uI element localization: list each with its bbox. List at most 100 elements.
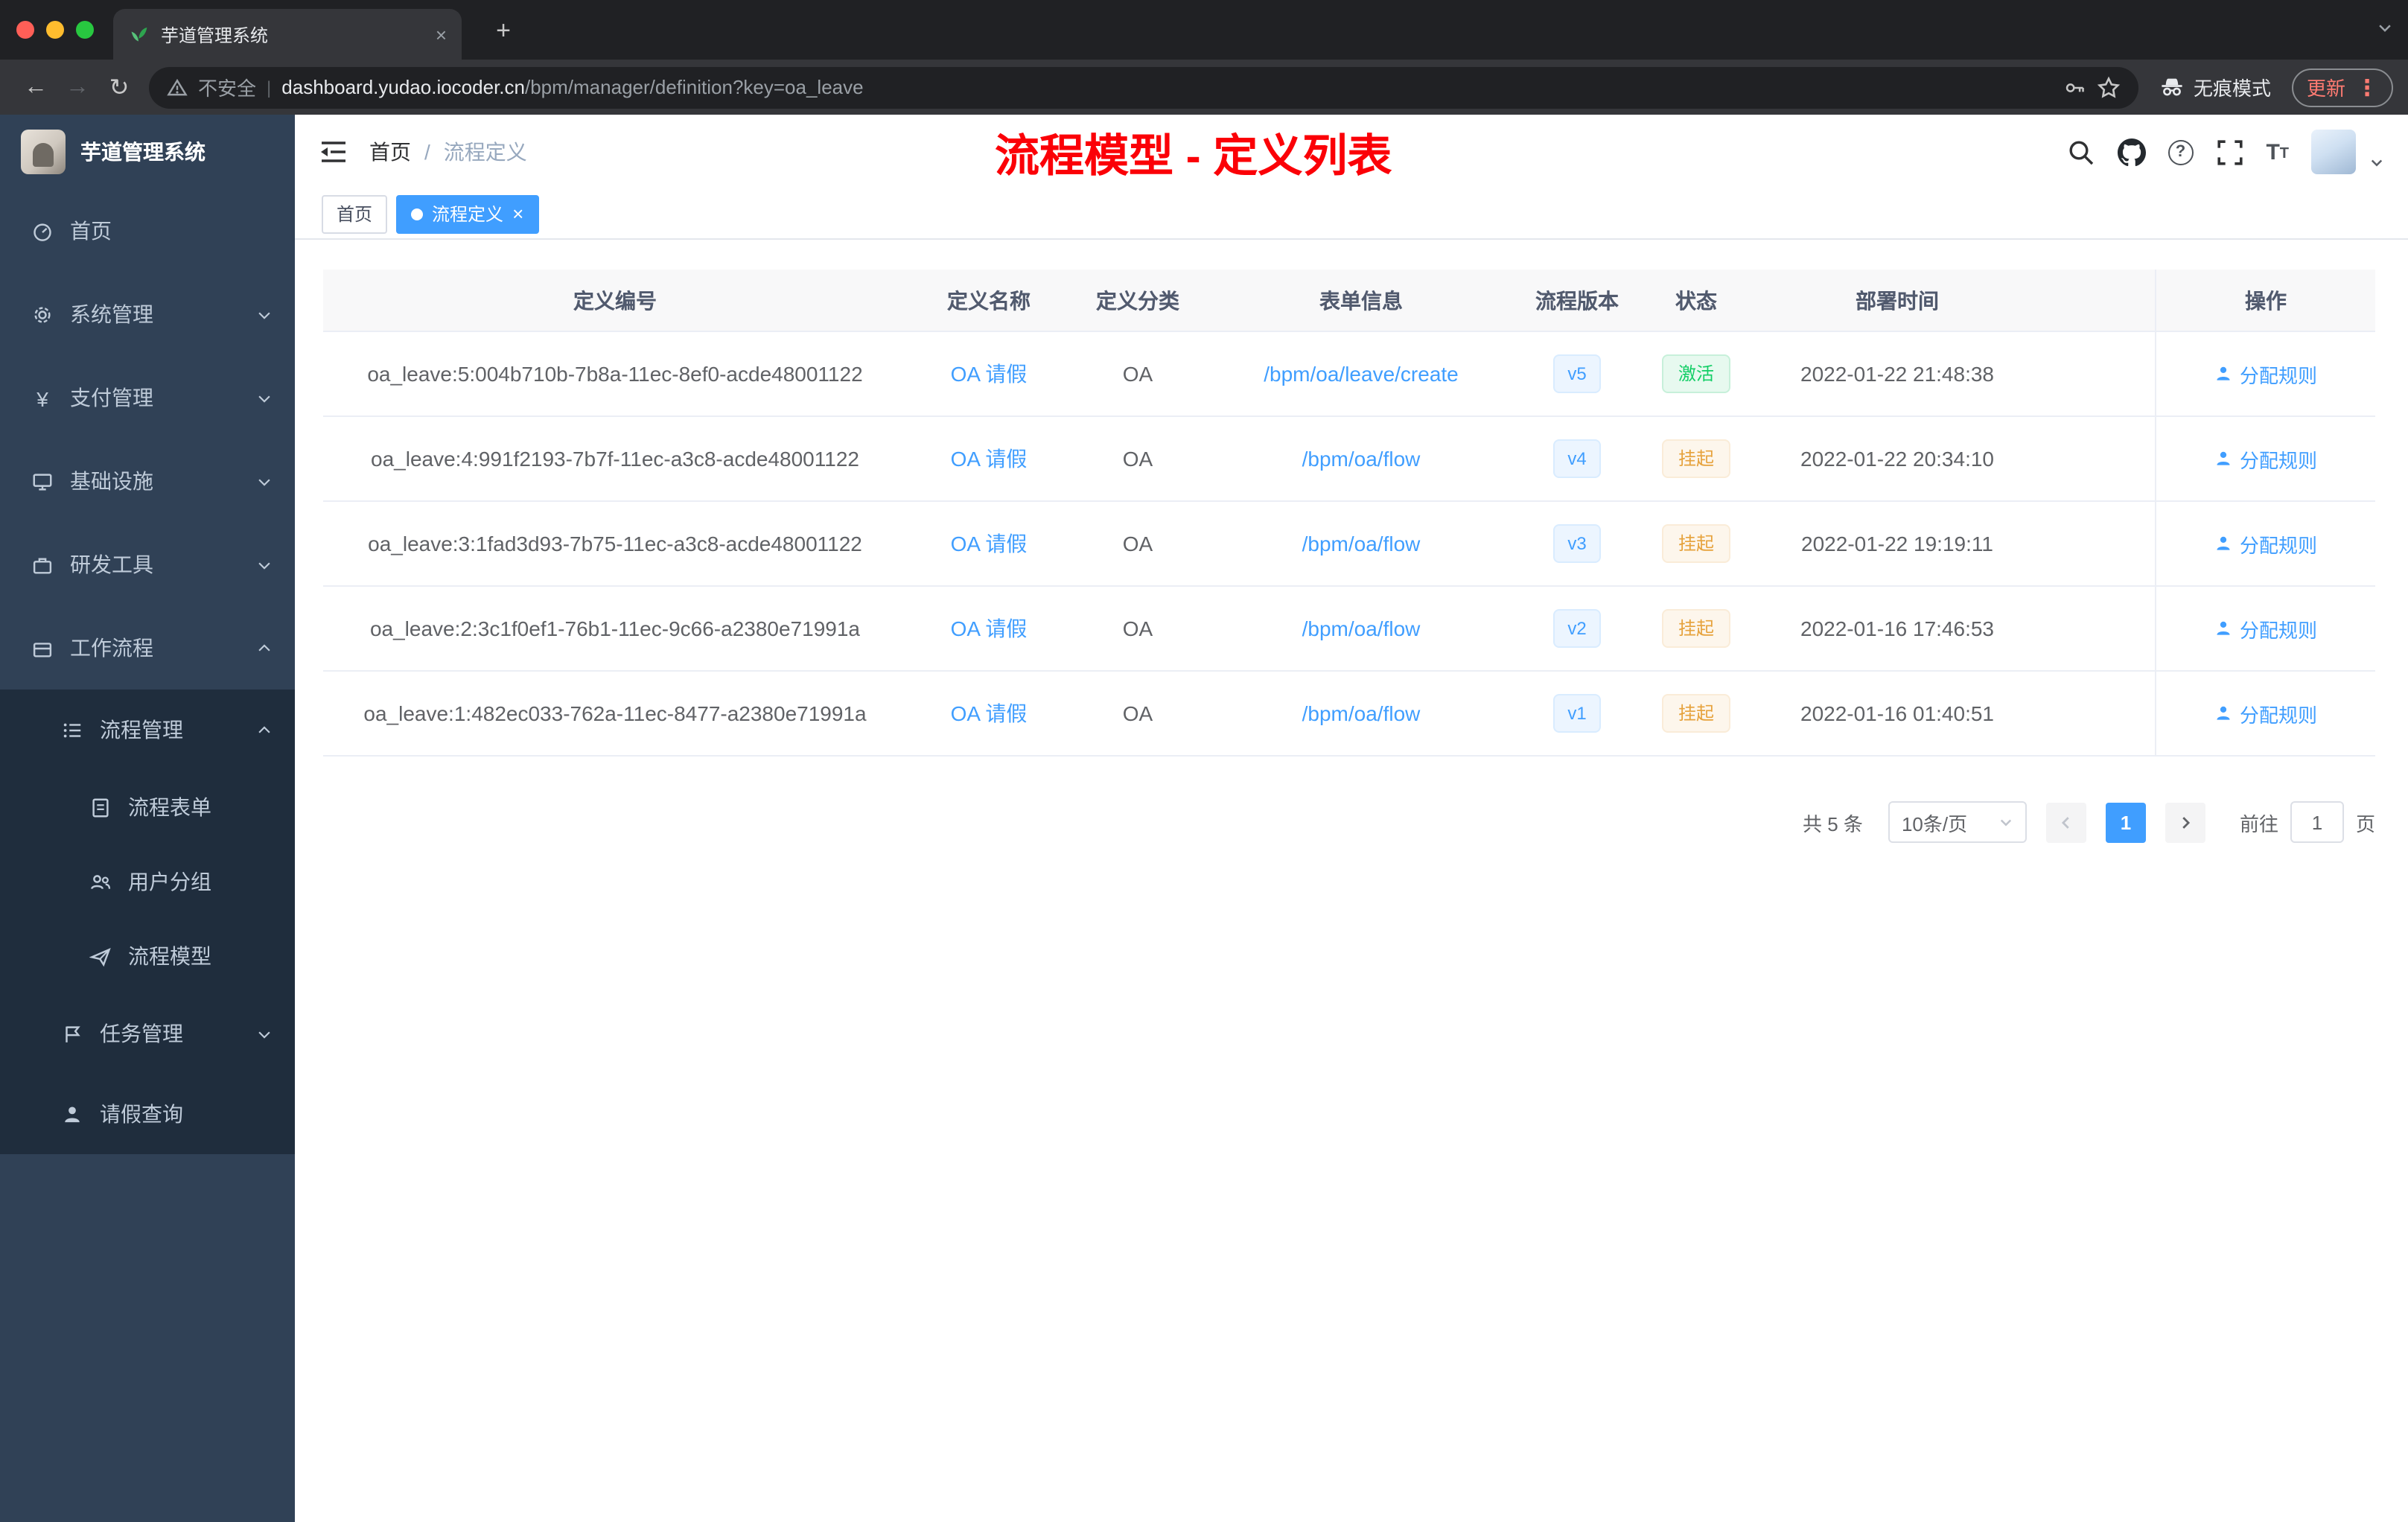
- address-bar[interactable]: 不安全 | dashboard.yudao.iocoder.cn/bpm/man…: [149, 66, 2138, 108]
- minimize-window-button[interactable]: [46, 21, 64, 39]
- paper-plane-icon: [89, 946, 111, 967]
- definition-name-link[interactable]: OA 请假: [951, 698, 1028, 728]
- workflow-submenu: 流程管理 流程表单 用户分组 流程模型 任务管理 请假查询: [0, 690, 295, 1154]
- reload-button[interactable]: ↻: [98, 66, 140, 108]
- back-button[interactable]: ←: [15, 66, 57, 108]
- tag-process-definition[interactable]: 流程定义 ×: [396, 194, 539, 233]
- new-tab-button[interactable]: +: [485, 13, 521, 49]
- app-logo[interactable]: 芋道管理系统: [0, 115, 295, 189]
- table-row: oa_leave:2:3c1f0ef1-76b1-11ec-9c66-a2380…: [323, 587, 2375, 672]
- assign-rule-link[interactable]: 分配规则: [2214, 529, 2317, 558]
- status-badge: 激活: [1661, 354, 1730, 393]
- table-header-row: 定义编号 定义名称 定义分类 表单信息 流程版本 状态 部署时间 操作: [323, 270, 2375, 332]
- annotation-text: 流程模型 - 定义列表: [995, 133, 1392, 182]
- form-link[interactable]: /bpm/oa/flow: [1302, 532, 1421, 555]
- form-link[interactable]: /bpm/oa/leave/create: [1264, 362, 1459, 386]
- cell-definition-id: oa_leave:5:004b710b-7b8a-11ec-8ef0-acde4…: [367, 362, 863, 386]
- status-badge: 挂起: [1661, 694, 1730, 733]
- fullscreen-icon[interactable]: [2215, 138, 2243, 166]
- pagination-total: 共 5 条: [1803, 812, 1863, 835]
- menu-kebab-icon[interactable]: ⋮: [2356, 74, 2378, 101]
- cell-category: OA: [1122, 617, 1153, 640]
- page-jumper: 前往 页: [2240, 801, 2375, 843]
- cell-deploy-time: 2022-01-22 21:48:38: [1800, 362, 1994, 386]
- github-icon[interactable]: [2117, 138, 2146, 166]
- col-header-actions: 操作: [2155, 270, 2375, 331]
- col-header-status: 状态: [1675, 288, 1717, 312]
- font-size-icon[interactable]: TT: [2266, 141, 2289, 163]
- incognito-label: 无痕模式: [2193, 77, 2271, 100]
- user-avatar[interactable]: [2311, 130, 2356, 174]
- status-badge: 挂起: [1661, 609, 1730, 648]
- sidebar-item-process-form[interactable]: 流程表单: [0, 770, 295, 844]
- assign-rule-link[interactable]: 分配规则: [2214, 445, 2317, 473]
- page-size-select[interactable]: 10条/页: [1888, 801, 2027, 843]
- select-caret-icon: [2000, 819, 2012, 827]
- search-icon[interactable]: [2066, 138, 2095, 166]
- form-link[interactable]: /bpm/oa/flow: [1302, 447, 1421, 471]
- chevron-right-icon: [2182, 816, 2191, 828]
- sidebar-item-payment[interactable]: ¥ 支付管理: [0, 356, 295, 439]
- assign-rule-link[interactable]: 分配规则: [2214, 699, 2317, 727]
- definition-name-link[interactable]: OA 请假: [951, 359, 1028, 389]
- cell-definition-id: oa_leave:2:3c1f0ef1-76b1-11ec-9c66-a2380…: [369, 617, 860, 640]
- prev-page-button[interactable]: [2045, 802, 2086, 842]
- tab-favicon-leaf-icon: [131, 27, 147, 42]
- person-icon: [2217, 536, 2230, 550]
- definition-table: 定义编号 定义名称 定义分类 表单信息 流程版本 状态 部署时间 操作 oa_l…: [323, 270, 2375, 757]
- zoom-window-button[interactable]: [76, 21, 94, 39]
- current-page-button[interactable]: 1: [2105, 802, 2146, 842]
- update-label[interactable]: 更新: [2307, 73, 2345, 101]
- goto-page-input[interactable]: [2290, 801, 2344, 843]
- tab-search-chevron-icon[interactable]: [2377, 19, 2393, 36]
- warning-icon: [167, 77, 188, 95]
- tab-close-icon[interactable]: ×: [436, 23, 447, 45]
- sidebar: 芋道管理系统 首页 系统管理 ¥ 支付管理 基础设施 研发工具 工作流程 流程管…: [0, 115, 295, 1522]
- avatar-caret-icon[interactable]: [2369, 155, 2384, 170]
- person-icon: [2217, 451, 2230, 465]
- sidebar-item-system[interactable]: 系统管理: [0, 273, 295, 356]
- page-content: 定义编号 定义名称 定义分类 表单信息 流程版本 状态 部署时间 操作 oa_l…: [295, 240, 2408, 1522]
- close-window-button[interactable]: [16, 21, 34, 39]
- assign-rule-link[interactable]: 分配规则: [2214, 360, 2317, 388]
- update-chip[interactable]: 更新 ⋮: [2291, 68, 2393, 106]
- definition-name-link[interactable]: OA 请假: [951, 614, 1028, 643]
- sidebar-item-leave-query[interactable]: 请假查询: [0, 1074, 295, 1154]
- form-link[interactable]: /bpm/oa/flow: [1302, 701, 1421, 725]
- col-header-id: 定义编号: [573, 288, 657, 312]
- sidebar-toggle-icon[interactable]: [319, 137, 348, 167]
- window-controls: [16, 21, 94, 39]
- tag-close-icon[interactable]: ×: [512, 203, 523, 225]
- form-icon: [92, 797, 109, 817]
- sidebar-item-infrastructure[interactable]: 基础设施: [0, 439, 295, 523]
- tasks-icon: [66, 1025, 80, 1042]
- table-row: oa_leave:1:482ec033-762a-11ec-8477-a2380…: [323, 672, 2375, 757]
- bookmark-star-icon[interactable]: [2097, 75, 2121, 99]
- password-key-icon[interactable]: [2063, 75, 2086, 99]
- sidebar-item-user-group[interactable]: 用户分组: [0, 844, 295, 919]
- sidebar-item-home[interactable]: 首页: [0, 189, 295, 273]
- security-label[interactable]: 不安全: [198, 73, 256, 101]
- col-header-category: 定义分类: [1096, 288, 1179, 312]
- assign-rule-link[interactable]: 分配规则: [2214, 614, 2317, 643]
- cell-category: OA: [1122, 447, 1153, 471]
- breadcrumb-home[interactable]: 首页: [369, 137, 411, 167]
- url-host: dashboard.yudao.iocoder.cn: [281, 76, 525, 98]
- form-link[interactable]: /bpm/oa/flow: [1302, 617, 1421, 640]
- browser-tab[interactable]: 芋道管理系统 ×: [113, 9, 462, 60]
- person-icon: [2217, 366, 2230, 380]
- forward-button[interactable]: →: [57, 66, 98, 108]
- sidebar-item-task-management[interactable]: 任务管理: [0, 993, 295, 1074]
- sidebar-item-process-management[interactable]: 流程管理: [0, 690, 295, 770]
- help-icon[interactable]: ?: [2167, 139, 2194, 165]
- users-icon: [91, 874, 111, 889]
- col-header-version: 流程版本: [1535, 288, 1619, 312]
- cell-category: OA: [1122, 701, 1153, 725]
- definition-name-link[interactable]: OA 请假: [951, 529, 1028, 558]
- sidebar-item-workflow[interactable]: 工作流程: [0, 606, 295, 690]
- definition-name-link[interactable]: OA 请假: [951, 444, 1028, 474]
- next-page-button[interactable]: [2165, 802, 2205, 842]
- sidebar-item-devtools[interactable]: 研发工具: [0, 523, 295, 606]
- sidebar-item-process-model[interactable]: 流程模型: [0, 919, 295, 993]
- tag-home[interactable]: 首页: [322, 194, 388, 233]
